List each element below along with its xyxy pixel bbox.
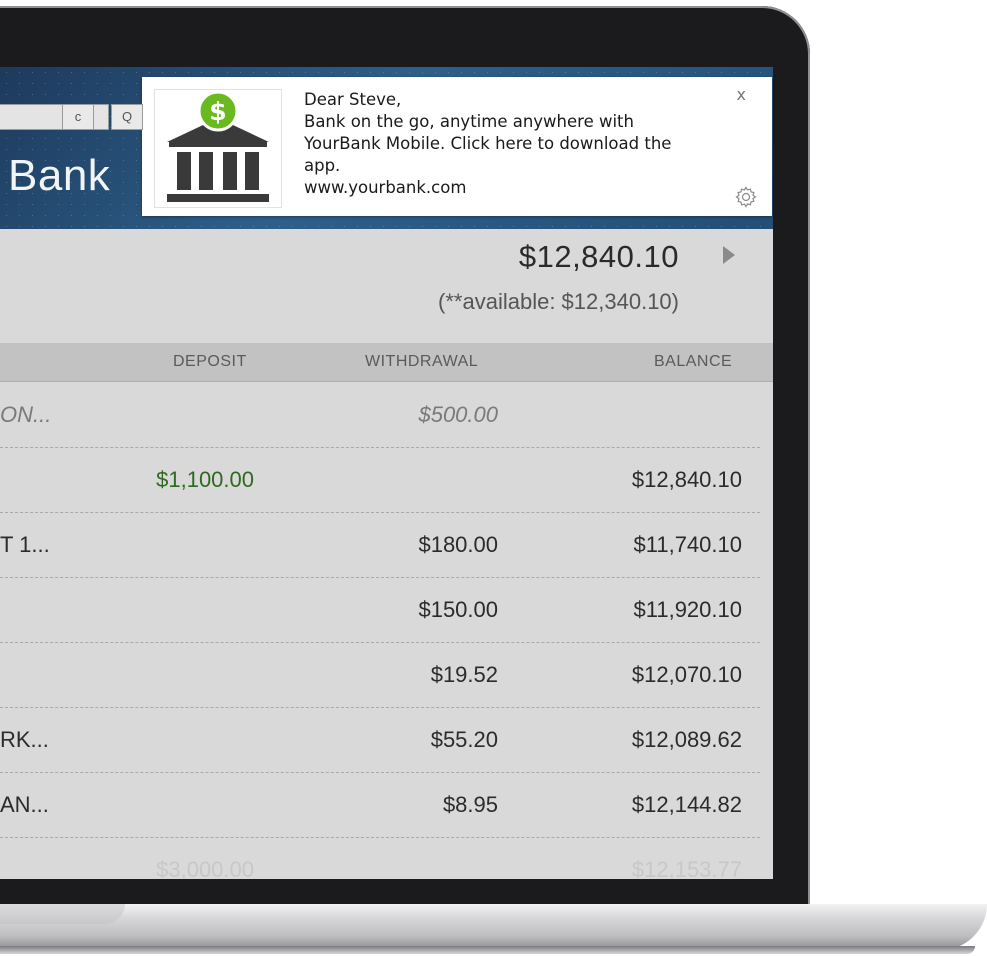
row-balance: $12,144.82 [631, 792, 742, 817]
row-balance: $12,089.62 [631, 727, 742, 752]
gear-icon[interactable] [734, 185, 758, 209]
bank-dollar-icon: $ [154, 89, 282, 208]
row-description: ON... [0, 402, 52, 427]
row-balance: $11,920.10 [633, 597, 742, 622]
search-icon: Q [121, 109, 133, 124]
table-row[interactable]: RK... $55.20 $12,089.62 [0, 707, 760, 773]
account-panel: $12,840.10 (**available: $12,340.10) DEP… [0, 229, 773, 879]
refresh-button[interactable]: c [62, 104, 94, 130]
notification-body: Bank on the go, anytime anywhere with Yo… [304, 112, 672, 175]
laptop-base [0, 904, 987, 950]
transactions-header: DEPOSIT WITHDRAWAL BALANCE [0, 343, 773, 382]
table-row[interactable]: $3,000.00 $12,153.77 [0, 837, 760, 879]
row-withdrawal: $500.00 [418, 402, 498, 427]
notification-url[interactable]: www.yourbank.com [304, 177, 704, 199]
account-balance: $12,840.10 [518, 239, 679, 274]
row-deposit: $3,000.00 [156, 857, 254, 879]
row-withdrawal: $55.20 [430, 727, 498, 752]
row-balance: $12,070.10 [631, 662, 742, 687]
bank-name: Bank [8, 151, 111, 200]
row-balance: $11,740.10 [633, 532, 742, 557]
row-withdrawal: $8.95 [442, 792, 498, 817]
available-balance: (**available: $12,340.10) [438, 289, 679, 314]
row-withdrawal: $180.00 [418, 532, 498, 557]
svg-text:$: $ [209, 97, 226, 126]
search-button[interactable]: Q [111, 104, 143, 130]
row-description: T 1... [0, 532, 50, 557]
column-withdrawal[interactable]: WITHDRAWAL [365, 343, 478, 381]
row-withdrawal: $19.52 [430, 662, 498, 687]
row-deposit: $1,100.00 [156, 467, 254, 492]
row-description: RK... [0, 727, 49, 752]
notification-greeting: Dear Steve, [304, 90, 402, 109]
row-description: AN... [0, 792, 49, 817]
notification-text[interactable]: Dear Steve, Bank on the go, anytime anyw… [304, 89, 704, 199]
table-row[interactable]: $150.00 $11,920.10 [0, 577, 760, 643]
app-download-notification[interactable]: $ Dear Steve, Bank on the go, anytime an… [142, 77, 772, 216]
row-withdrawal: $150.00 [418, 597, 498, 622]
column-balance[interactable]: BALANCE [654, 343, 732, 381]
refresh-icon: c [74, 109, 82, 124]
row-balance: $12,153.77 [631, 857, 742, 879]
table-row[interactable]: T 1... $180.00 $11,740.10 [0, 512, 760, 578]
close-icon[interactable]: x [737, 85, 746, 104]
table-row[interactable]: $19.52 $12,070.10 [0, 642, 760, 708]
table-row[interactable]: AN... $8.95 $12,144.82 [0, 772, 760, 838]
column-deposit[interactable]: DEPOSIT [173, 343, 247, 381]
balance-expand-icon[interactable] [723, 246, 735, 264]
table-row[interactable]: ON... $500.00 [0, 382, 760, 448]
laptop-base-notch [0, 904, 125, 924]
row-balance: $12,840.10 [631, 467, 742, 492]
table-row[interactable]: $1,100.00 $12,840.10 [0, 447, 760, 513]
laptop-base-shadow [0, 946, 975, 954]
